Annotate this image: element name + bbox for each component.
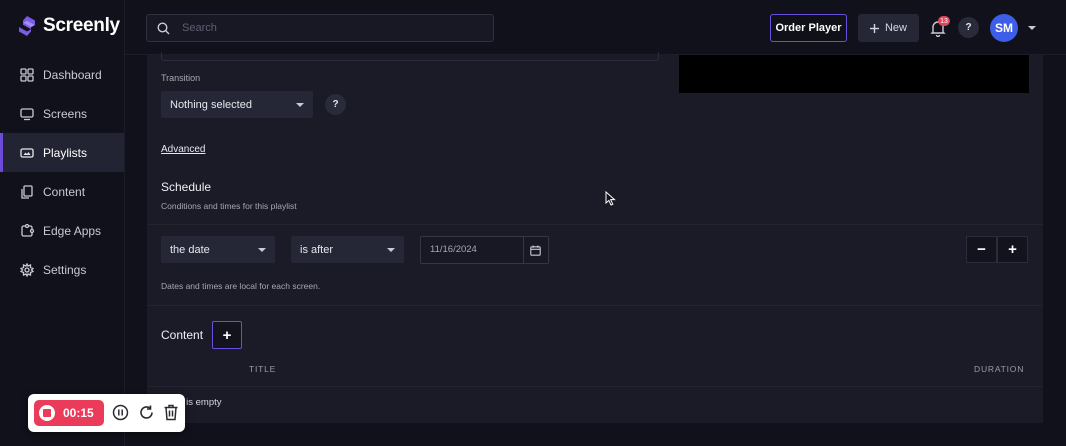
- help-button[interactable]: ?: [958, 17, 979, 38]
- sidebar: Screenly Dashboard Screens Playlists Con…: [0, 0, 125, 446]
- sidebar-item-label: Screens: [43, 106, 88, 121]
- transition-select[interactable]: Nothing selected: [161, 91, 313, 118]
- divider: [147, 305, 1043, 306]
- sidebar-item-content[interactable]: Content: [0, 172, 124, 211]
- sidebar-item-label: Edge Apps: [43, 223, 102, 238]
- schedule-field-select[interactable]: the date: [161, 236, 275, 263]
- date-input[interactable]: [430, 244, 520, 255]
- content-title: Content: [161, 328, 204, 342]
- column-header-title[interactable]: TITLE: [249, 364, 276, 374]
- sidebar-item-edge-apps[interactable]: Edge Apps: [0, 211, 124, 250]
- sidebar-item-settings[interactable]: Settings: [0, 250, 124, 289]
- search-box[interactable]: [146, 14, 494, 42]
- screen-recorder-widget: 00:15: [28, 394, 185, 432]
- caret-down-icon: [258, 248, 266, 252]
- trash-icon[interactable]: [163, 404, 179, 421]
- playlist-icon: [20, 147, 34, 158]
- transition-help-button[interactable]: ?: [325, 94, 346, 115]
- schedule-date-field[interactable]: [420, 236, 549, 264]
- table-divider: [147, 386, 1043, 387]
- order-player-button[interactable]: Order Player: [770, 14, 847, 42]
- remove-condition-button[interactable]: −: [966, 236, 997, 263]
- puzzle-icon: [21, 223, 34, 237]
- search-input[interactable]: [182, 22, 462, 34]
- date-field-separator: [523, 237, 524, 263]
- add-condition-button[interactable]: +: [997, 236, 1028, 263]
- sidebar-item-label: Playlists: [43, 145, 88, 160]
- schedule-note: Dates and times are local for each scree…: [161, 281, 321, 291]
- schedule-subtitle: Conditions and times for this playlist: [161, 201, 297, 211]
- advanced-link[interactable]: Advanced: [161, 144, 205, 155]
- screenly-logo-icon: [19, 16, 35, 36]
- search-icon: [157, 21, 170, 34]
- sidebar-item-playlists[interactable]: Playlists: [0, 133, 124, 172]
- sidebar-item-label: Dashboard: [43, 67, 102, 82]
- sidebar-nav: Dashboard Screens Playlists Content Edge…: [0, 55, 124, 289]
- avatar[interactable]: SM: [990, 14, 1018, 42]
- mouse-cursor-icon: [605, 191, 616, 206]
- sidebar-item-label: Settings: [43, 262, 87, 277]
- add-content-button[interactable]: +: [212, 321, 242, 349]
- file-icon: [21, 184, 33, 199]
- sidebar-item-dashboard[interactable]: Dashboard: [0, 55, 124, 94]
- restart-icon[interactable]: [138, 404, 155, 421]
- schedule-field-value: the date: [170, 243, 210, 256]
- recording-time: 00:15: [63, 406, 94, 420]
- transition-select-value: Nothing selected: [170, 98, 252, 111]
- app-name: Screenly: [43, 15, 120, 36]
- notification-badge: 13: [938, 16, 950, 26]
- new-button-label: New: [884, 22, 907, 34]
- caret-down-icon: [387, 248, 395, 252]
- calendar-icon[interactable]: [530, 245, 541, 256]
- previous-field: [161, 52, 659, 61]
- caret-down-icon: [296, 103, 304, 107]
- gear-icon: [20, 262, 34, 277]
- divider: [147, 224, 1043, 225]
- monitor-icon: [20, 107, 34, 120]
- sidebar-item-label: Content: [43, 184, 86, 199]
- column-header-duration[interactable]: DURATION: [974, 364, 1024, 374]
- plus-icon: [869, 23, 879, 33]
- new-button[interactable]: New: [858, 14, 919, 42]
- chevron-down-icon[interactable]: [1028, 25, 1036, 31]
- stop-recording-button[interactable]: 00:15: [34, 400, 104, 426]
- schedule-operator-select[interactable]: is after: [291, 236, 404, 263]
- preview-area: [679, 55, 1029, 93]
- dashboard-icon: [20, 67, 34, 82]
- pause-icon[interactable]: [112, 404, 129, 421]
- stop-icon: [39, 405, 55, 421]
- schedule-operator-value: is after: [300, 243, 334, 256]
- schedule-title: Schedule: [161, 180, 212, 194]
- transition-label: Transition: [161, 73, 201, 83]
- sidebar-item-screens[interactable]: Screens: [0, 94, 124, 133]
- app-logo[interactable]: Screenly: [17, 15, 120, 37]
